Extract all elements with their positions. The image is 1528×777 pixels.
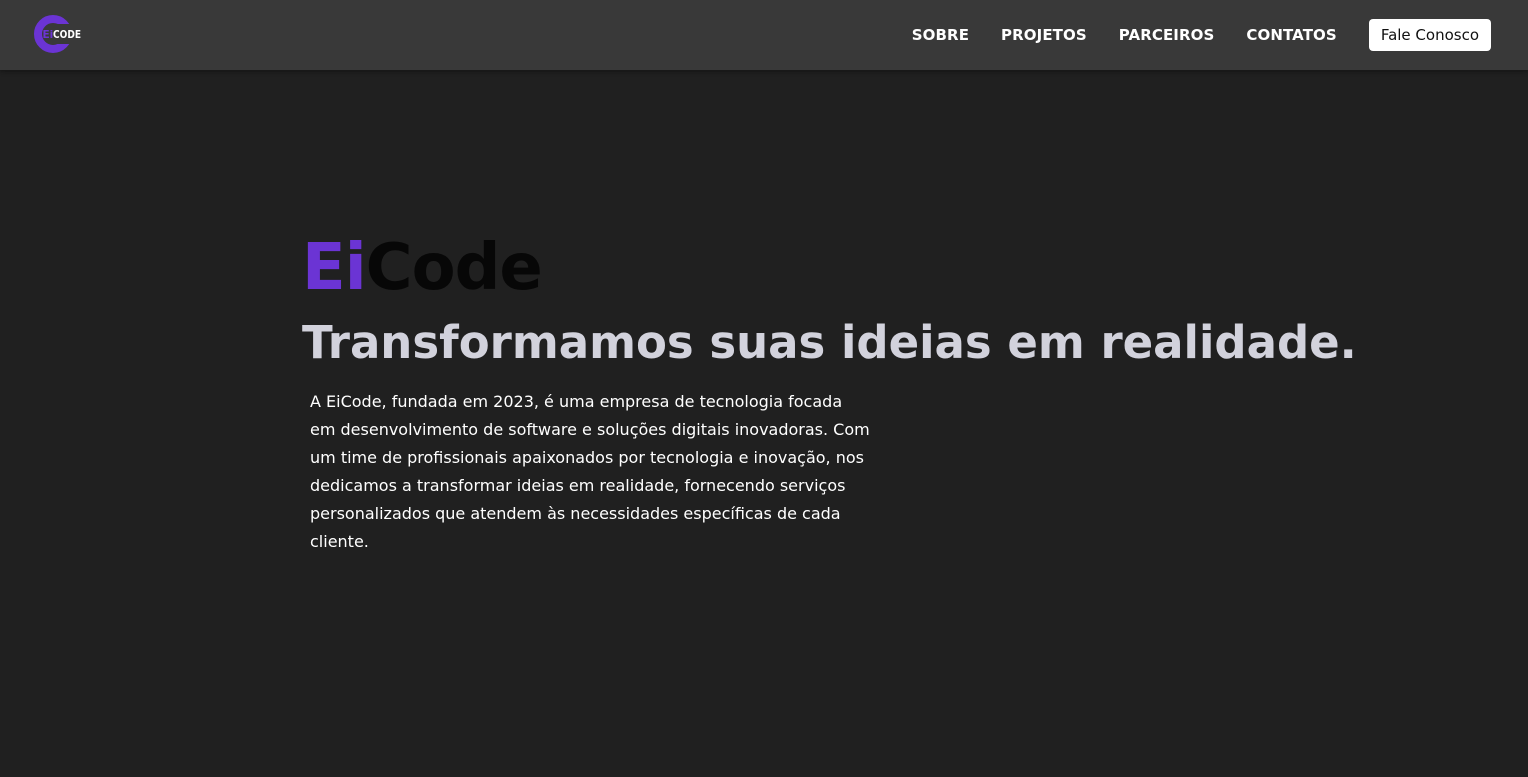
contact-us-button[interactable]: Fale Conosco xyxy=(1368,19,1491,51)
hero-tagline: Transformamos suas ideias em realidade. xyxy=(302,316,1357,369)
logo-text-prefix: Ei xyxy=(43,29,54,41)
logo-text-suffix: CODE xyxy=(53,29,81,41)
brand-title-prefix: Ei xyxy=(302,231,367,305)
nav-link-contatos[interactable]: CONTATOS xyxy=(1246,26,1336,44)
nav-link-parceiros[interactable]: PARCEIROS xyxy=(1119,26,1215,44)
main-nav: SOBRE PROJETOS PARCEIROS CONTATOS Fale C… xyxy=(912,0,1491,70)
nav-link-projetos[interactable]: PROJETOS xyxy=(1001,26,1087,44)
brand-title-suffix: Code xyxy=(365,231,543,305)
brand-title: EiCode xyxy=(302,228,543,308)
eicode-logo[interactable]: Ei CODE xyxy=(33,14,83,54)
company-description: A EiCode, fundada em 2023, é uma empresa… xyxy=(310,392,870,551)
nav-link-sobre[interactable]: SOBRE xyxy=(912,26,969,44)
top-navbar: Ei CODE SOBRE PROJETOS PARCEIROS CONTATO… xyxy=(0,0,1528,70)
